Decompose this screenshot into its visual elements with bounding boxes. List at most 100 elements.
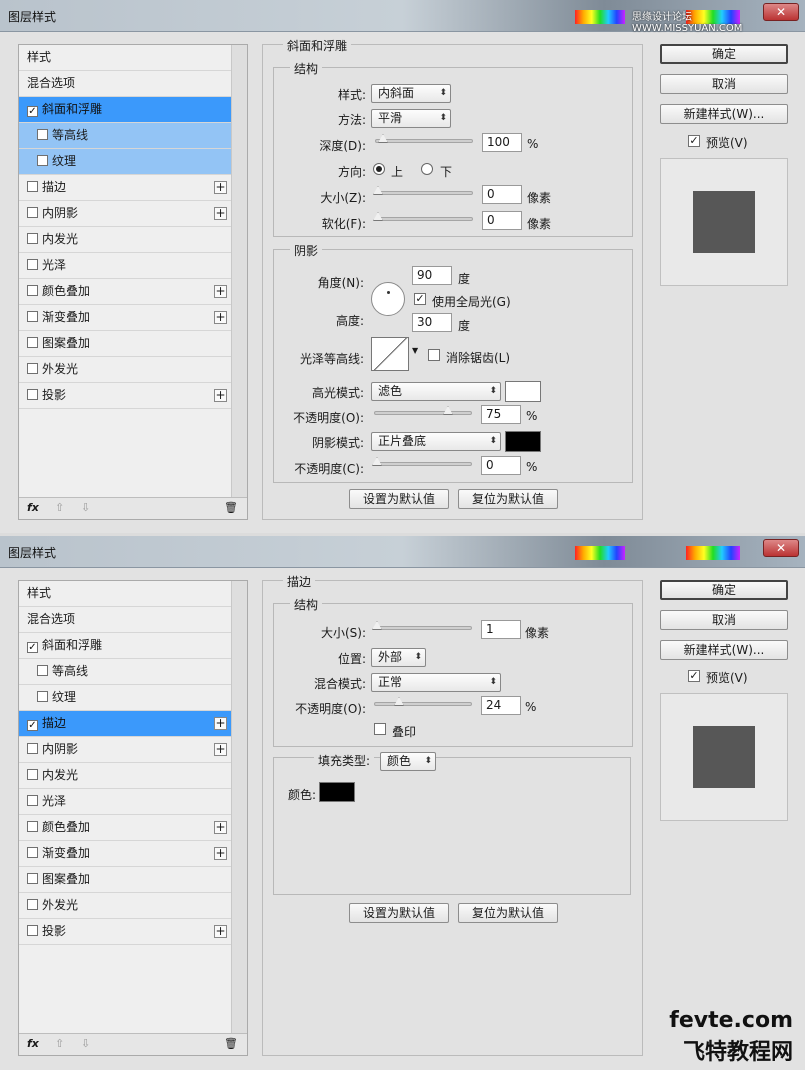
checkbox[interactable] [27,769,38,780]
sidebar-item-gradient-overlay[interactable]: 渐变叠加 + [19,305,231,331]
move-up-icon[interactable]: ⇧ [55,501,64,514]
sidebar-item-drop-shadow[interactable]: 投影 + [19,383,231,409]
checkbox[interactable] [37,665,48,676]
overprint-checkbox[interactable] [374,723,386,735]
sidebar-item-bevel-emboss[interactable]: ✓ 斜面和浮雕 [19,97,231,123]
sidebar-item-satin[interactable]: 光泽 [19,789,231,815]
sidebar-item-color-overlay[interactable]: 颜色叠加 + [19,815,231,841]
slider-thumb[interactable] [373,212,383,221]
checkbox[interactable] [37,691,48,702]
checkbox[interactable] [27,207,38,218]
ok-button[interactable]: 确定 [660,580,788,600]
highlight-color-swatch[interactable] [505,381,541,402]
blend-mode-dropdown[interactable]: 正常 [371,673,501,692]
sidebar-item-styles[interactable]: 样式 [19,45,231,71]
new-style-button[interactable]: 新建样式(W)... [660,104,788,124]
checkbox[interactable] [27,899,38,910]
make-default-button[interactable]: 设置为默认值 [349,489,449,509]
add-icon[interactable]: + [214,925,227,938]
position-dropdown[interactable]: 外部 [371,648,426,667]
cancel-button[interactable]: 取消 [660,74,788,94]
slider-thumb[interactable] [378,134,388,143]
checkbox[interactable] [27,873,38,884]
checkbox[interactable] [27,285,38,296]
opacity-slider[interactable] [374,697,472,706]
add-icon[interactable]: + [214,389,227,402]
checkbox[interactable] [27,181,38,192]
sidebar-item-inner-glow[interactable]: 内发光 [19,763,231,789]
checkbox[interactable] [37,155,48,166]
sidebar-item-contour[interactable]: 等高线 [19,659,231,685]
checkbox[interactable]: ✓ [27,642,38,653]
sidebar-item-blending-options[interactable]: 混合选项 [19,607,231,633]
global-light-checkbox[interactable]: ✓ [414,293,426,305]
opacity-input[interactable]: 24 [481,696,521,715]
close-button[interactable]: ✕ [763,3,799,21]
size-input[interactable]: 0 [482,185,522,204]
slider-thumb[interactable] [443,406,453,415]
sidebar-item-texture[interactable]: 纹理 [19,149,231,175]
add-icon[interactable]: + [214,743,227,756]
checkbox[interactable] [27,259,38,270]
gloss-contour-picker[interactable] [371,337,409,371]
sidebar-item-inner-glow[interactable]: 内发光 [19,227,231,253]
checkbox[interactable] [27,337,38,348]
checkbox[interactable] [27,925,38,936]
highlight-opacity-slider[interactable] [374,406,472,415]
sidebar-item-gradient-overlay[interactable]: 渐变叠加 + [19,841,231,867]
checkbox[interactable] [27,821,38,832]
shadow-mode-dropdown[interactable]: 正片叠底 [371,432,501,451]
add-icon[interactable]: + [214,717,227,730]
chevron-down-icon[interactable]: ▼ [412,346,418,355]
shadow-opacity-input[interactable]: 0 [481,456,521,475]
sidebar-item-pattern-overlay[interactable]: 图案叠加 [19,331,231,357]
checkbox[interactable]: ✓ [27,720,38,731]
technique-dropdown[interactable]: 平滑 [371,109,451,128]
add-icon[interactable]: + [214,207,227,220]
move-up-icon[interactable]: ⇧ [55,1037,64,1050]
checkbox[interactable] [37,129,48,140]
checkbox[interactable] [27,847,38,858]
sidebar-item-outer-glow[interactable]: 外发光 [19,893,231,919]
checkbox[interactable] [27,743,38,754]
slider-thumb[interactable] [394,697,404,706]
sidebar-item-satin[interactable]: 光泽 [19,253,231,279]
close-button[interactable]: ✕ [763,539,799,557]
fx-icon[interactable]: fx [27,1037,39,1050]
soften-input[interactable]: 0 [482,211,522,230]
scrollbar[interactable] [231,581,247,1035]
move-down-icon[interactable]: ⇩ [81,1037,90,1050]
sidebar-item-texture[interactable]: 纹理 [19,685,231,711]
direction-down-radio[interactable] [421,163,433,175]
add-icon[interactable]: + [214,311,227,324]
sidebar-item-drop-shadow[interactable]: 投影 + [19,919,231,945]
altitude-input[interactable]: 30 [412,313,452,332]
preview-checkbox[interactable]: ✓ [688,670,700,682]
sidebar-item-pattern-overlay[interactable]: 图案叠加 [19,867,231,893]
sidebar-item-color-overlay[interactable]: 颜色叠加 + [19,279,231,305]
trash-icon[interactable]: 🗑 [224,501,238,514]
size-slider[interactable] [372,621,472,630]
slider-thumb[interactable] [372,621,382,630]
highlight-opacity-input[interactable]: 75 [481,405,521,424]
size-slider[interactable] [373,186,473,195]
make-default-button[interactable]: 设置为默认值 [349,903,449,923]
sidebar-item-blending-options[interactable]: 混合选项 [19,71,231,97]
checkbox[interactable]: ✓ [27,106,38,117]
sidebar-item-bevel-emboss[interactable]: ✓ 斜面和浮雕 [19,633,231,659]
add-icon[interactable]: + [214,285,227,298]
slider-thumb[interactable] [372,457,382,466]
depth-slider[interactable] [375,134,473,143]
style-dropdown[interactable]: 内斜面 [371,84,451,103]
stroke-color-swatch[interactable] [319,782,355,802]
size-input[interactable]: 1 [481,620,521,639]
sidebar-item-contour[interactable]: 等高线 [19,123,231,149]
sidebar-item-outer-glow[interactable]: 外发光 [19,357,231,383]
sidebar-item-stroke[interactable]: 描边 + [19,175,231,201]
angle-input[interactable]: 90 [412,266,452,285]
fill-type-dropdown[interactable]: 颜色 [380,752,436,771]
sidebar-item-inner-shadow[interactable]: 内阴影 + [19,201,231,227]
add-icon[interactable]: + [214,821,227,834]
checkbox[interactable] [27,233,38,244]
reset-default-button[interactable]: 复位为默认值 [458,489,558,509]
